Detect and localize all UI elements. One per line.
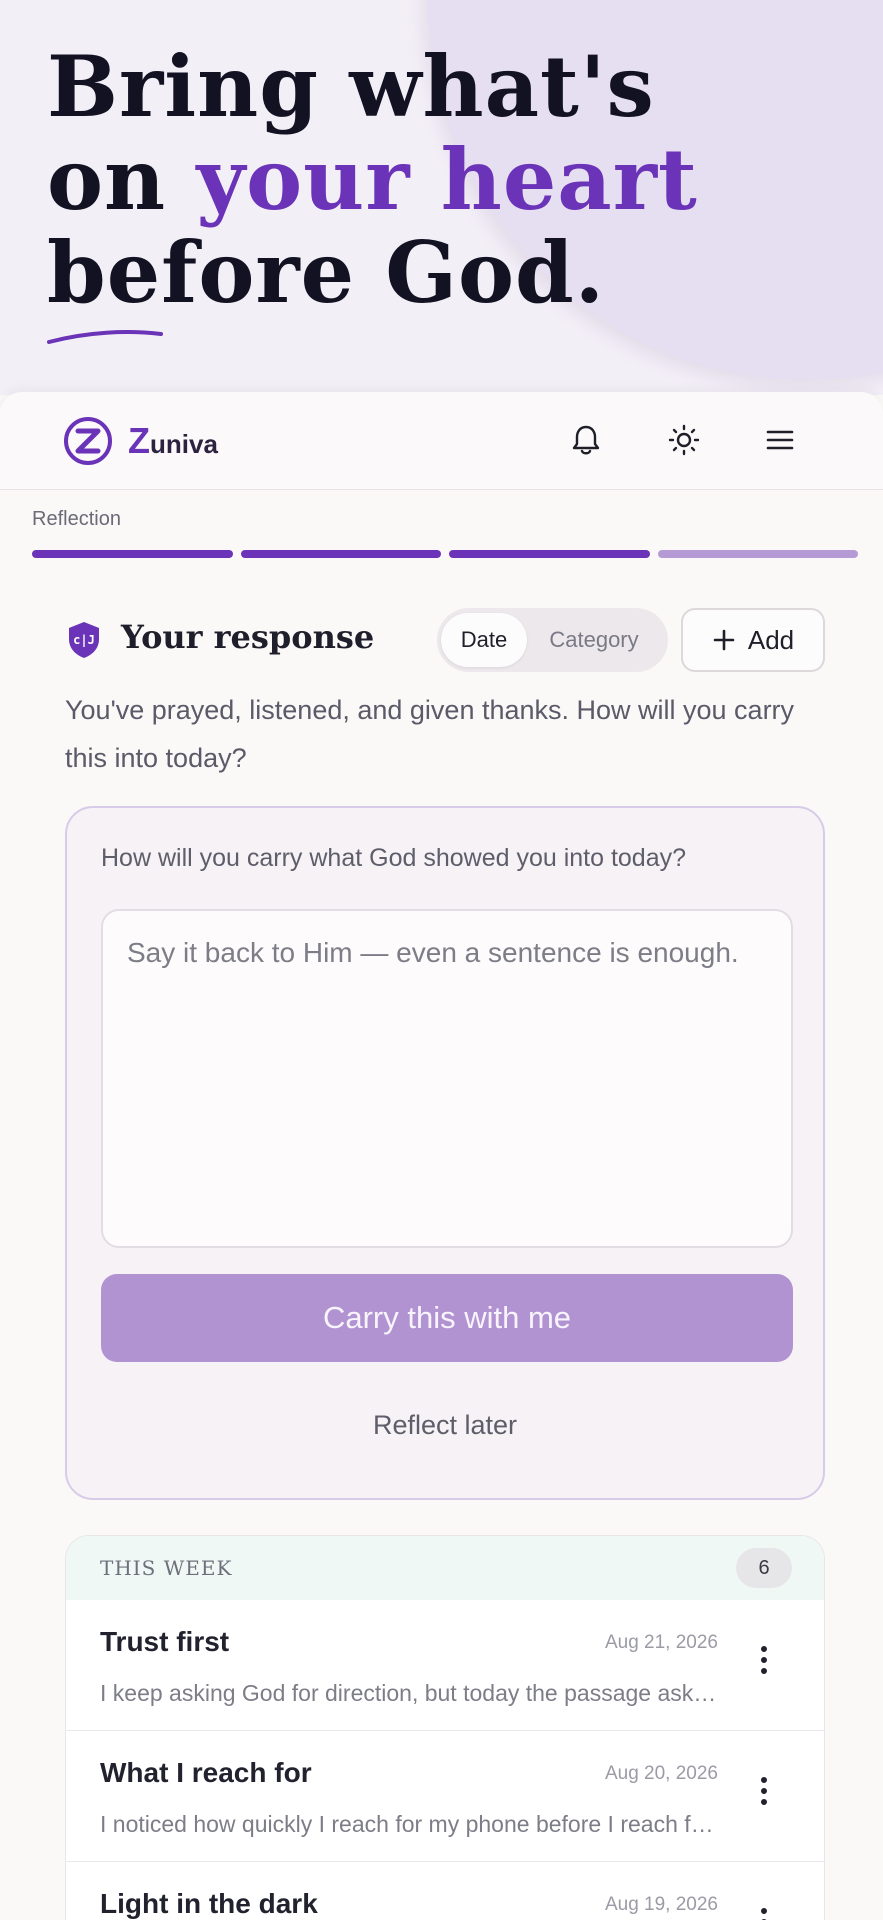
entry-date: Aug 19, 2026 bbox=[604, 1894, 718, 1915]
hero-line-3: before God. bbox=[47, 223, 606, 322]
plus-icon bbox=[713, 629, 735, 651]
menu-icon bbox=[766, 430, 794, 450]
reflect-later-link[interactable]: Reflect later bbox=[67, 1410, 823, 1441]
this-week-list: THIS WEEK 6 Trust first Aug 21, 2026 I k… bbox=[65, 1535, 825, 1920]
intro-text: You've prayed, listened, and given thank… bbox=[65, 695, 795, 773]
hero-banner: Bring what's on your heart before God. bbox=[0, 0, 883, 395]
entry-snippet: I noticed how quickly I reach for my pho… bbox=[100, 1811, 720, 1837]
reflection-question: How will you carry what God showed you i… bbox=[101, 844, 687, 872]
list-item[interactable]: What I reach for Aug 20, 2026 I noticed … bbox=[66, 1731, 824, 1862]
brand-name[interactable]: Zuniva bbox=[128, 420, 218, 462]
top-navbar: Zuniva bbox=[0, 392, 883, 490]
toggle-date[interactable]: Date bbox=[441, 613, 527, 667]
more-options-icon[interactable] bbox=[754, 1771, 774, 1811]
sort-toggle: Date Category bbox=[437, 608, 668, 672]
brand-initial: Z bbox=[128, 420, 150, 461]
hero-line-2-accent: your heart bbox=[196, 130, 698, 229]
progress-step-3 bbox=[449, 550, 650, 558]
reflection-textarea[interactable] bbox=[101, 909, 793, 1248]
progress-steps bbox=[32, 550, 858, 558]
hero-line-1: Bring what's bbox=[47, 37, 655, 136]
progress-label: Reflection bbox=[32, 508, 121, 530]
entry-title: Trust first bbox=[100, 1626, 230, 1657]
entry-title: What I reach for bbox=[100, 1757, 312, 1788]
entry-date: Aug 21, 2026 bbox=[604, 1632, 718, 1653]
entry-title: Light in the dark bbox=[100, 1888, 318, 1919]
progress-step-4 bbox=[657, 550, 858, 558]
hero-line-2-prefix: on bbox=[47, 130, 197, 229]
brand-logo-icon[interactable] bbox=[63, 416, 113, 466]
more-options-icon[interactable] bbox=[754, 1640, 774, 1680]
svg-text:c|J: c|J bbox=[73, 633, 95, 647]
progress-step-2 bbox=[240, 550, 441, 558]
progress-step-1 bbox=[32, 550, 233, 558]
theme-toggle-button[interactable] bbox=[666, 422, 702, 458]
section-title: Your response bbox=[121, 618, 375, 656]
list-header-label: THIS WEEK bbox=[100, 1556, 233, 1580]
notifications-button[interactable] bbox=[568, 422, 604, 458]
list-item[interactable]: Trust first Aug 21, 2026 I keep asking G… bbox=[66, 1600, 824, 1731]
sun-icon bbox=[668, 424, 700, 456]
entry-date: Aug 20, 2026 bbox=[604, 1763, 718, 1784]
carry-this-button[interactable]: Carry this with me bbox=[101, 1274, 793, 1362]
bell-icon bbox=[572, 425, 600, 455]
brand-name-rest: univa bbox=[150, 429, 218, 459]
toggle-category[interactable]: Category bbox=[527, 613, 661, 667]
shield-icon: c|J bbox=[69, 622, 99, 658]
hero-underline-stroke bbox=[47, 330, 163, 344]
reflection-card: How will you carry what God showed you i… bbox=[65, 806, 825, 1500]
list-item[interactable]: Light in the dark Aug 19, 2026 bbox=[66, 1862, 824, 1920]
more-options-icon[interactable] bbox=[754, 1902, 774, 1920]
add-button-label: Add bbox=[747, 624, 795, 655]
hero-title: Bring what's on your heart before God. bbox=[47, 40, 698, 319]
entry-count-badge: 6 bbox=[736, 1548, 792, 1588]
menu-button[interactable] bbox=[762, 422, 798, 458]
entry-snippet: I keep asking God for direction, but tod… bbox=[100, 1680, 720, 1706]
list-header: THIS WEEK 6 bbox=[66, 1536, 824, 1600]
add-button[interactable]: Add bbox=[681, 608, 825, 672]
